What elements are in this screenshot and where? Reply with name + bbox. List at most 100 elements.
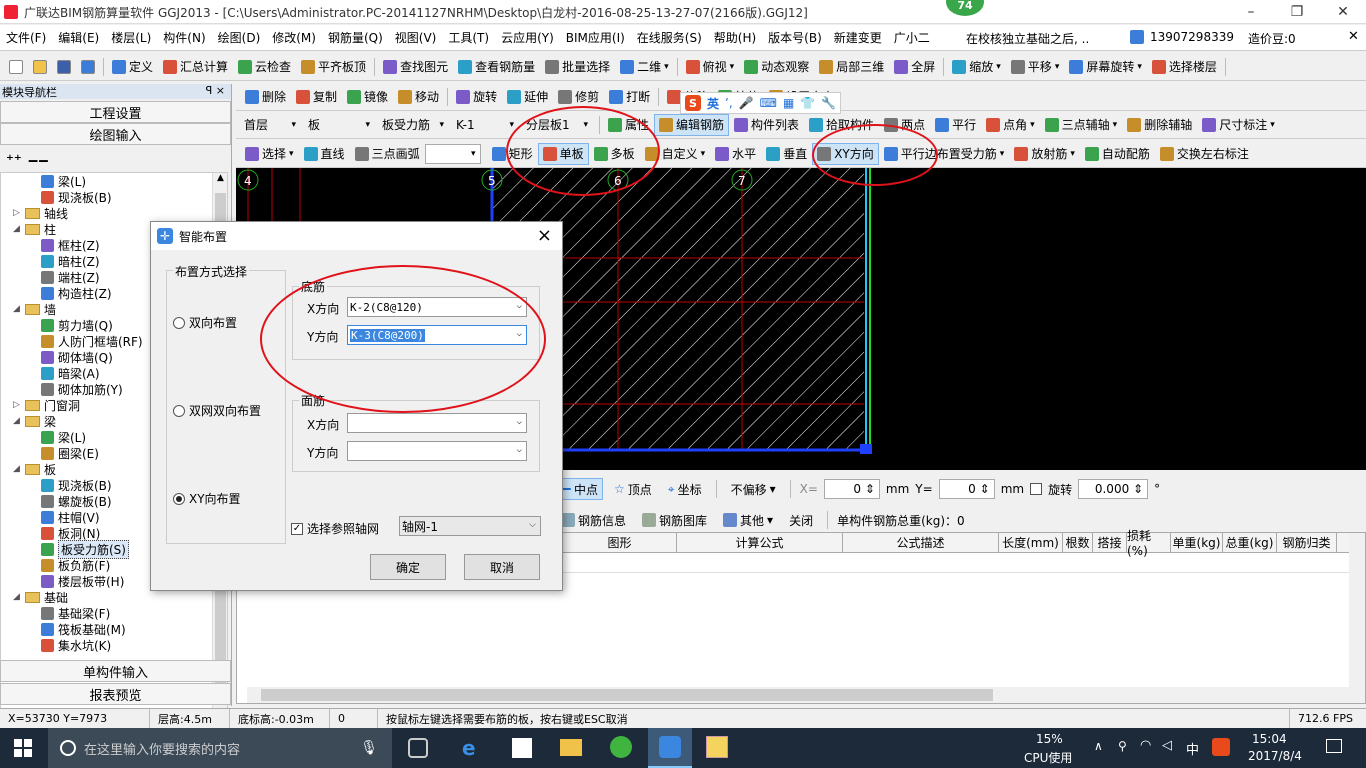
snap-midpoint[interactable]: 中点 [556,478,604,500]
tree-item[interactable]: 集水坑(K) [1,637,227,653]
cancel-button[interactable]: 取消 [464,554,540,580]
axis-reference-checkbox[interactable]: ✓ [291,522,303,535]
menu-item-4[interactable]: 绘图(D) [212,29,267,46]
toolbar1-button-14[interactable]: 屏幕旋转 ▾ [1064,56,1147,78]
toolbar4-dropdown-icon[interactable]: ▾ [701,149,706,159]
menu-item-13[interactable]: 版本号(B) [762,29,828,46]
toolbar4-button-2[interactable]: 三点画弧 [350,143,425,165]
menu-item-8[interactable]: 工具(T) [442,29,495,46]
menu-item-3[interactable]: 构件(N) [157,29,211,46]
collapse-all-icon[interactable]: ‒‒ [28,151,49,169]
grid-icon[interactable]: ▦ [783,96,794,110]
menu-item-11[interactable]: 在线服务(S) [631,29,708,46]
tree-expand-icon[interactable]: ◢ [13,592,23,602]
expand-all-icon[interactable]: ⁺⁺ [6,151,22,169]
menu-user[interactable]: 13907298339 [1150,30,1234,44]
toolbar4-button-11[interactable]: 放射筋 ▾ [1009,143,1080,165]
dialog-close-button[interactable]: × [537,225,552,246]
edge-icon[interactable]: e [462,736,476,760]
sogou-tray-icon[interactable] [1212,738,1230,756]
radio-bidirectional[interactable] [173,316,185,329]
ime-mode[interactable]: 中 [1186,739,1199,758]
keyboard-icon[interactable]: ⌨ [760,96,777,110]
tree-item[interactable]: 筏板基础(M) [1,621,227,637]
tray-chevron-icon[interactable]: ∧ [1094,739,1103,753]
grid-col-header[interactable]: 损耗(%) [1127,529,1171,558]
hscroll-thumb[interactable] [261,689,993,701]
tree-folder[interactable]: ◢ 基础 [1,589,227,605]
grid-col-header[interactable]: 搭接 [1093,533,1127,552]
tree-expand-icon[interactable]: ◢ [13,416,23,426]
menu-item-0[interactable]: 文件(F) [0,29,52,46]
grid-hscroll[interactable] [247,687,1351,703]
tree-expand-icon[interactable]: ◢ [13,464,23,474]
menu-item-5[interactable]: 修改(M) [266,29,322,46]
undo-icon[interactable] [81,59,95,74]
rotate-input[interactable]: 0.000 ⇕ [1078,479,1149,499]
grid-col-header[interactable]: 钢筋归类 [1277,533,1337,552]
toolbar1-dropdown-icon[interactable]: ▾ [1055,62,1060,72]
option-double-net[interactable]: 双网双向布置 [173,402,261,419]
toolbar3-button-2[interactable]: 构件列表 [729,114,804,136]
toolbar1-button-7[interactable]: 二维 ▾ [615,56,674,78]
toolbar4-dropdown-icon[interactable]: ▾ [1000,149,1005,159]
menu-item-10[interactable]: BIM应用(I) [560,29,631,46]
toolbar3-dropdown-icon[interactable]: ▾ [1270,120,1275,130]
green-app-icon[interactable] [610,736,632,758]
menu-close-icon[interactable]: ✕ [1348,29,1359,44]
toolbar2-button-0[interactable]: 删除 [240,86,291,108]
toolbar2-button-4[interactable]: 旋转 [451,86,502,108]
toolbar2-button-2[interactable]: 镜像 [342,86,393,108]
top-y-select[interactable]: ⌵ [347,441,527,461]
tree-expand-icon[interactable]: ▷ [13,208,23,218]
toolbar1-button-1[interactable]: 汇总计算 [158,56,233,78]
taskbar-search[interactable]: 在这里输入你要搜索的内容 🎙 [48,728,392,768]
panel-pin-icon[interactable]: ꟼ × [206,84,231,99]
combo-3[interactable]: K-1 ▾ [452,115,518,135]
toolbar4-button-12[interactable]: 自动配筋 [1080,143,1155,165]
skin-icon[interactable]: 👕 [800,96,815,110]
grid-col-header[interactable]: 单重(kg) [1171,533,1223,552]
radio-double-net[interactable] [173,404,185,417]
toolbar2-button-6[interactable]: 修剪 [553,86,604,108]
other-button[interactable]: 其他 ▾ [718,509,778,531]
rebar-info-button[interactable]: 钢筋信息 [556,509,631,531]
menu-item-14[interactable]: 新建变更 [828,29,888,46]
new-file-icon[interactable] [9,59,23,74]
combo-2[interactable]: 板受力筋 ▾ [378,115,448,135]
sogou-icon[interactable]: S [685,95,701,111]
toolbar1-button-0[interactable]: 定义 [107,56,158,78]
tree-item[interactable]: 基础梁(F) [1,605,227,621]
option-xy[interactable]: XY向布置 [173,490,241,507]
save-icon[interactable] [57,59,71,74]
toolbar3-button-1[interactable]: 编辑钢筋 [654,113,730,136]
menu-price[interactable]: 造价豆:0 [1248,30,1296,47]
close-button[interactable]: ✕ [1320,0,1366,24]
axis-reference-option[interactable]: ✓ 选择参照轴网 [291,520,379,537]
toolbar3-button-7[interactable]: 三点辅轴 ▾ [1040,114,1123,136]
toolbar4-button-1[interactable]: 直线 [299,143,350,165]
toolbar4-button-13[interactable]: 交换左右标注 [1155,143,1254,165]
tree-item[interactable]: 现浇板(B) [1,189,227,205]
grid-col-header[interactable]: 总重(kg) [1223,533,1277,552]
store-icon[interactable] [512,738,532,758]
task-view-icon[interactable] [408,738,428,758]
menu-item-1[interactable]: 编辑(E) [52,29,105,46]
line-style-combo[interactable]: ▾ [424,143,481,164]
x-offset-input[interactable]: 0 ⇕ [823,479,880,499]
toolbar1-button-8[interactable]: 俯视 ▾ [681,56,740,78]
toolbar1-button-9[interactable]: 动态观察 [739,56,814,78]
y-offset-input[interactable]: 0 ⇕ [938,479,995,499]
close-rebar-button[interactable]: 关闭 [784,509,818,531]
toolbar1-button-4[interactable]: 查找图元 [378,56,453,78]
toolbar3-button-6[interactable]: 点角 ▾ [981,114,1040,136]
toolbar1-dropdown-icon[interactable]: ▾ [730,62,735,72]
snap-vertex[interactable]: ☆ 顶点 [609,478,657,500]
tree-folder[interactable]: ▷ 轴线 [1,205,227,221]
wifi-icon[interactable]: ◠ [1140,738,1151,753]
network-icon[interactable]: ⚲ [1118,739,1127,753]
toolbar4-button-8[interactable]: 垂直 [761,143,812,165]
drawing-input-button[interactable]: 绘图输入 [0,123,231,145]
toolbar3-button-5[interactable]: 平行 [930,114,981,136]
menu-item-2[interactable]: 楼层(L) [105,29,157,46]
